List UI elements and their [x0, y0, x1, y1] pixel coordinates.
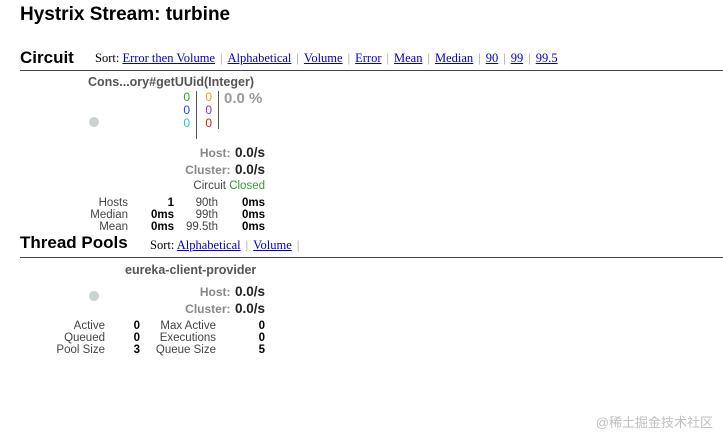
pool-stats-values-2: 0 0 5 — [235, 320, 265, 356]
stat-label-hosts: Hosts — [98, 197, 128, 209]
stat-label-median: Median — [90, 209, 128, 221]
circuit-stats-values: 1 0ms 0ms — [140, 197, 174, 233]
thread-pool-name: eureka-client-provider — [125, 263, 257, 277]
pct-value-99-5th: 0ms — [241, 221, 265, 233]
pool-stats-labels-2: Max Active Executions Queue Size — [148, 320, 216, 356]
circuit-counts-left: 0 0 0 — [176, 91, 190, 130]
pool-value-pool-size: 3 — [133, 344, 140, 356]
circuit-section-title: Circuit — [20, 48, 74, 67]
pool-sort-volume[interactable]: Volume — [253, 238, 292, 252]
circuit-name: Cons...ory#getUUid(Integer) — [88, 75, 254, 89]
pool-label-queue-size: Queue Size — [155, 344, 216, 356]
stat-label-mean: Mean — [99, 221, 128, 233]
circuit-status-label: Circuit — [193, 180, 226, 192]
failure-count: 0 — [205, 116, 212, 130]
pool-label-pool-size: Pool Size — [56, 344, 105, 356]
sort-90[interactable]: 90 — [486, 51, 499, 65]
pool-cluster-rate-value: 0.0/s — [234, 301, 265, 316]
circuit-health-dot-icon — [89, 117, 99, 127]
sort-error-then-volume[interactable]: Error then Volume — [122, 51, 215, 65]
pool-cluster-rate-row: Cluster: 0.0/s — [150, 300, 265, 318]
sort-alphabetical[interactable]: Alphabetical — [228, 51, 292, 65]
bad-request-count: 0 — [183, 116, 190, 130]
circuit-section-header: Circuit Sort: Error then Volume | Alphabet… — [20, 48, 723, 71]
circuit-stats-labels: Hosts Median Mean — [80, 197, 128, 233]
stat-value-mean: 0ms — [150, 221, 174, 233]
pct-label-90th: 90th — [195, 197, 218, 209]
pool-label-active: Active — [73, 320, 105, 332]
circuit-sort-bar: Sort: Error then Volume | Alphabetical | Vol… — [95, 51, 558, 65]
pool-cluster-rate-label: Cluster: — [185, 302, 231, 316]
pct-label-99th: 99th — [195, 209, 218, 221]
cluster-rate-value: 0.0/s — [234, 162, 265, 177]
sort-label: Sort: — [150, 238, 175, 252]
pool-host-rate-row: Host: 0.0/s — [150, 283, 265, 301]
pool-value-queue-size: 5 — [258, 344, 265, 356]
host-rate-value: 0.0/s — [234, 145, 265, 160]
pct-value-99th: 0ms — [241, 209, 265, 221]
host-rate-row: Host: 0.0/s — [150, 144, 265, 162]
pct-label-99-5th: 99.5th — [186, 221, 218, 233]
sort-99-5[interactable]: 99.5 — [536, 51, 558, 65]
pool-label-max-active: Max Active — [160, 320, 216, 332]
counts-divider — [196, 91, 197, 139]
pool-value-max-active: 0 — [258, 320, 265, 332]
pool-value-queued: 0 — [133, 332, 140, 344]
stat-value-median: 0ms — [150, 209, 174, 221]
pool-label-executions: Executions — [159, 332, 216, 344]
counts-divider-2 — [218, 91, 219, 129]
pool-host-rate-label: Host: — [199, 285, 231, 299]
pool-sort-alphabetical[interactable]: Alphabetical — [177, 238, 241, 252]
thread-pools-section-header: Thread Pools Sort: Alphabetical | Volume | — [20, 233, 723, 258]
cluster-rate-row: Cluster: 0.0/s — [150, 161, 265, 179]
pool-label-queued: Queued — [64, 332, 105, 344]
pool-stats-values: 0 0 3 — [115, 320, 140, 356]
host-rate-label: Host: — [199, 146, 231, 160]
pool-stats-labels: Active Queued Pool Size — [40, 320, 105, 356]
thread-pools-sort-bar: Sort: Alphabetical | Volume | — [150, 238, 300, 252]
watermark: @稀土掘金技术社区 — [595, 415, 713, 430]
cluster-rate-label: Cluster: — [185, 163, 231, 177]
circuit-pct-labels: 90th 99th 99.5th — [180, 197, 218, 233]
circuit-status-value: Closed — [229, 180, 265, 192]
circuit-counts-right: 0 0 0 — [198, 91, 212, 130]
sort-median[interactable]: Median — [435, 51, 473, 65]
thread-pools-section-title: Thread Pools — [20, 233, 128, 252]
page-title: Hystrix Stream: turbine — [20, 4, 231, 25]
pool-value-executions: 0 — [258, 332, 265, 344]
sort-mean[interactable]: Mean — [394, 51, 422, 65]
pool-value-active: 0 — [133, 320, 140, 332]
circuit-pct-values: 0ms 0ms 0ms — [228, 197, 265, 233]
sort-error[interactable]: Error — [355, 51, 381, 65]
thread-pool-health-dot-icon — [89, 291, 99, 301]
pct-value-90th: 0ms — [241, 197, 265, 209]
stat-value-hosts: 1 — [167, 197, 174, 209]
sort-volume[interactable]: Volume — [304, 51, 343, 65]
sort-label: Sort: — [95, 51, 120, 65]
sort-99[interactable]: 99 — [511, 51, 524, 65]
error-percentage: 0.0 % — [224, 90, 263, 107]
circuit-status-row: Circuit Closed — [150, 180, 265, 192]
pool-host-rate-value: 0.0/s — [234, 284, 265, 299]
